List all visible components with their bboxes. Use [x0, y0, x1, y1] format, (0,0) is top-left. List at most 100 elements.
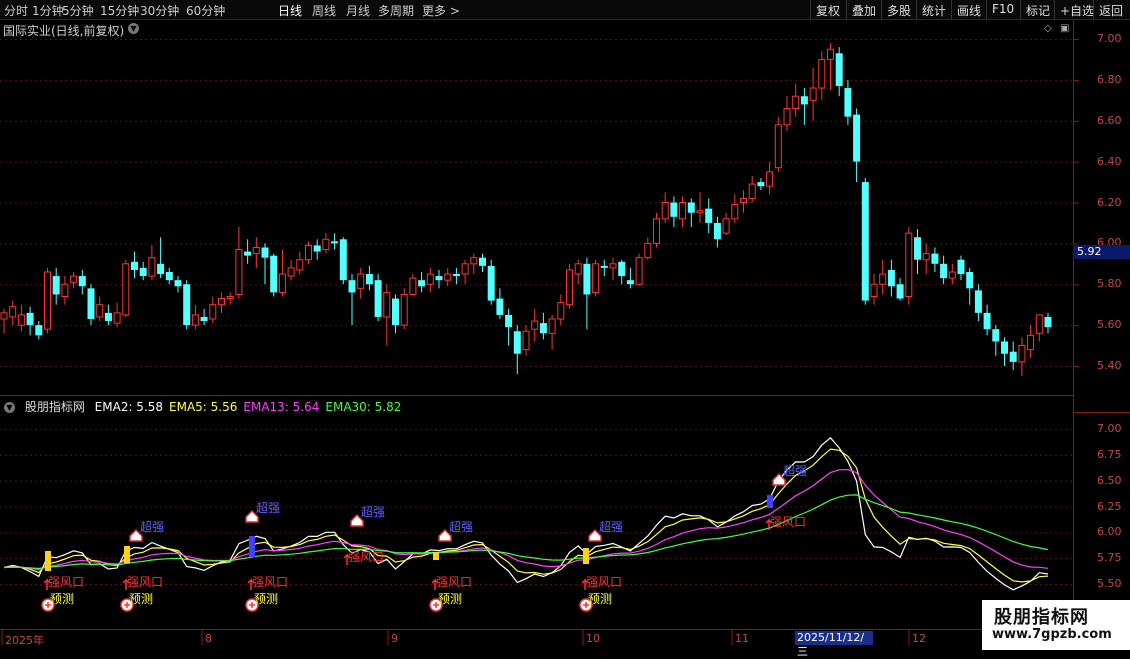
candle: [879, 259, 887, 295]
candle: [165, 267, 173, 285]
ema-label-3: EMA30: 5.82: [325, 400, 402, 414]
candle: [496, 288, 504, 319]
period-tab-0[interactable]: 分时: [4, 2, 28, 19]
candle: [96, 296, 104, 322]
toolbar-button-4[interactable]: 画线: [951, 0, 986, 19]
period-tab-7[interactable]: 周线: [312, 2, 336, 19]
period-tab-10[interactable]: 更多 >: [422, 2, 460, 19]
candle: [87, 284, 95, 326]
candle: [522, 325, 530, 356]
candle: [513, 325, 521, 375]
candle: [974, 284, 982, 322]
candle: [183, 280, 191, 330]
candle: [661, 192, 669, 223]
candle: [783, 96, 791, 131]
candle: [1001, 337, 1008, 366]
indicator-tick-label: 6.75: [1097, 447, 1122, 461]
toolbar-button-5[interactable]: F10: [986, 0, 1019, 19]
period-tab-3[interactable]: 15分钟: [100, 2, 139, 19]
candle: [418, 271, 426, 293]
candle: [1018, 337, 1026, 377]
candle: [705, 198, 713, 234]
candle: [461, 259, 469, 285]
period-tab-8[interactable]: 月线: [346, 2, 370, 19]
super-signal-label: 超强: [361, 504, 385, 519]
period-tab-9[interactable]: 多周期: [378, 2, 414, 19]
date-label: 12: [912, 632, 926, 645]
candle: [305, 241, 312, 264]
strong-signal-label: 强风口: [770, 515, 806, 529]
period-tab-1[interactable]: 1分钟: [32, 2, 64, 19]
candle: [914, 229, 921, 275]
indicator-tick-label: 7.00: [1097, 422, 1122, 435]
candle: [122, 259, 130, 317]
indicator-name: 股朋指标网: [24, 400, 85, 414]
period-tab-5[interactable]: 60分钟: [186, 2, 225, 19]
ema-label-2: EMA13: 5.64: [243, 400, 320, 414]
candle: [78, 269, 86, 295]
predict-signal-label: 预测: [588, 592, 612, 606]
candle: [383, 284, 391, 346]
indicator-tick-label: 6.50: [1097, 473, 1122, 487]
candle: [696, 192, 704, 223]
candle: [1027, 325, 1035, 358]
candle: [392, 294, 399, 334]
candle: [313, 239, 321, 260]
indicator-tick-label: 5.75: [1097, 551, 1122, 565]
candle: [131, 251, 138, 279]
period-tab-6[interactable]: 日线: [278, 2, 302, 19]
candle: [644, 237, 652, 260]
price-chart[interactable]: 强风口预测强风口预测超强强风口预测超强强风口超强强风口预测超强强风口预测超强 强风…: [0, 0, 1130, 650]
toolbar-button-1[interactable]: 叠加: [846, 0, 881, 19]
candle: [940, 255, 948, 285]
super-signal-label: 超强: [256, 500, 280, 515]
candle: [374, 274, 382, 322]
strong-signal-label: 强风口: [127, 575, 163, 589]
candle: [861, 177, 869, 305]
indicator-tick-label: 6.00: [1097, 525, 1122, 539]
date-label: 2025年: [5, 634, 44, 647]
candle: [191, 304, 199, 330]
candle: [479, 253, 486, 272]
candle: [609, 257, 617, 281]
candle: [626, 267, 634, 289]
toolbar-button-3[interactable]: 统计: [916, 0, 951, 19]
price-tick-label: 5.80: [1097, 277, 1122, 291]
price-tick-label: 6.60: [1097, 113, 1122, 127]
strong-signal-label: 强风口: [48, 575, 84, 589]
candle: [931, 247, 939, 272]
candle: [174, 276, 182, 293]
candle: [992, 325, 1000, 356]
candle: [722, 212, 730, 236]
candle: [452, 267, 460, 285]
toolbar-button-0[interactable]: 复权: [810, 0, 845, 19]
period-tab-4[interactable]: 30分钟: [140, 2, 179, 19]
candle: [887, 259, 895, 297]
ema2-line: [3, 436, 1049, 591]
toolbar-button-6[interactable]: 标记: [1020, 0, 1055, 19]
strong-signal-label: 强风口: [348, 550, 384, 564]
candle: [966, 267, 974, 305]
candle: [113, 302, 121, 328]
candle: [1044, 312, 1052, 334]
period-tab-2[interactable]: 5分钟: [62, 2, 94, 19]
candle: [757, 177, 765, 191]
candle: [261, 243, 269, 285]
ema-label-0: EMA2: 5.58: [94, 400, 164, 414]
candle: [148, 245, 156, 281]
candle: [296, 251, 304, 275]
candle: [209, 296, 217, 324]
toolbar-button-8[interactable]: 返回: [1093, 0, 1128, 19]
strong-signal-label: 强风口: [252, 575, 288, 589]
watermark-logo: 股朋指标网 www.7gpzb.com: [982, 600, 1130, 650]
candle: [505, 308, 513, 346]
candle: [618, 259, 626, 285]
candle: [0, 308, 8, 334]
candle: [896, 278, 904, 301]
candle: [800, 88, 808, 125]
chevron-down-icon[interactable]: ▼: [4, 402, 15, 413]
candle: [348, 274, 356, 326]
toolbar-button-2[interactable]: 多股: [881, 0, 916, 19]
candle: [200, 308, 208, 326]
candle: [957, 255, 965, 281]
